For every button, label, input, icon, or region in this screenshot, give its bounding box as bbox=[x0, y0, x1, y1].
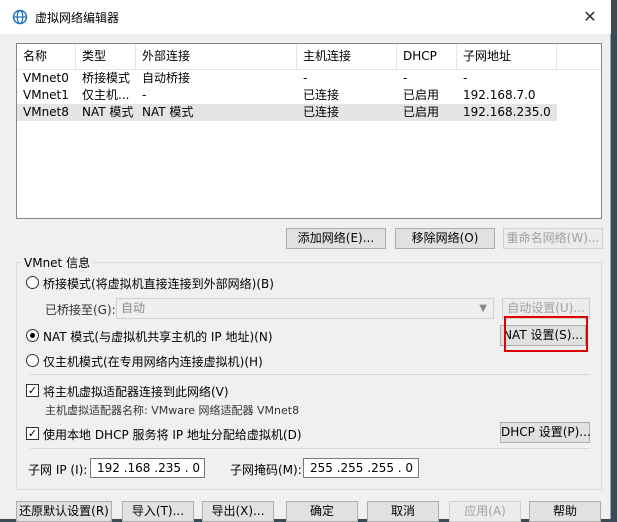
window-title: 虚拟网络编辑器 bbox=[35, 11, 120, 25]
network-globe-icon bbox=[12, 9, 28, 25]
title-bar: 虚拟网络编辑器 ✕ bbox=[0, 0, 611, 34]
divider bbox=[30, 374, 590, 375]
cell-host: 已连接 bbox=[303, 88, 340, 102]
cell-name: VMnet1 bbox=[23, 88, 69, 102]
cell-name: VMnet8 bbox=[23, 105, 69, 119]
vmnet-info-label: VMnet 信息 bbox=[22, 254, 93, 271]
subnet-ip-label: 子网 IP (I): bbox=[28, 463, 88, 477]
column-header-type[interactable]: 类型 bbox=[76, 44, 136, 69]
table-row-selected[interactable]: VMnet8 NAT 模式 NAT 模式 已连接 已启用 192.168.235… bbox=[17, 104, 557, 121]
dhcp-label[interactable]: 使用本地 DHCP 服务将 IP 地址分配给虚拟机(D) bbox=[43, 426, 302, 443]
host-only-radio[interactable] bbox=[26, 354, 39, 367]
cell-external: - bbox=[142, 88, 147, 102]
cell-type: 仅主机... bbox=[82, 88, 130, 102]
list-header: 名称 类型 外部连接 主机连接 DHCP 子网地址 bbox=[17, 44, 601, 70]
cell-host: 已连接 bbox=[303, 105, 340, 119]
chevron-down-icon: ▼ bbox=[479, 303, 487, 314]
cell-type: 桥接模式 bbox=[82, 71, 131, 85]
cell-subnet: 192.168.7.0 bbox=[463, 88, 536, 102]
connect-adapter-checkbox[interactable]: ✓ bbox=[26, 384, 39, 397]
network-list[interactable]: 名称 类型 外部连接 主机连接 DHCP 子网地址 VMnet0 桥接模式 自动… bbox=[16, 43, 602, 219]
column-header-external[interactable]: 外部连接 bbox=[136, 44, 297, 69]
cell-type: NAT 模式 bbox=[82, 105, 134, 119]
dhcp-checkbox[interactable]: ✓ bbox=[26, 427, 39, 440]
subnet-ip-input[interactable]: 192 .168 .235 . 0 bbox=[90, 458, 205, 478]
bridged-mode-label[interactable]: 桥接模式(将虚拟机直接连接到外部网络)(B) bbox=[43, 275, 274, 292]
cell-subnet: - bbox=[463, 71, 468, 85]
highlight-box bbox=[504, 316, 588, 352]
vmnet-info-group bbox=[16, 262, 602, 490]
cell-subnet: 192.168.235.0 bbox=[463, 105, 551, 119]
bridged-to-label: 已桥接至(G): bbox=[45, 303, 116, 317]
cell-dhcp: - bbox=[403, 71, 408, 85]
cell-host: - bbox=[303, 71, 308, 85]
cell-dhcp: 已启用 bbox=[403, 88, 440, 102]
nat-mode-label[interactable]: NAT 模式(与虚拟机共享主机的 IP 地址)(N) bbox=[43, 328, 273, 345]
table-row[interactable]: VMnet0 桥接模式 自动桥接 - - - bbox=[17, 70, 557, 87]
column-header-dhcp[interactable]: DHCP bbox=[397, 44, 457, 69]
divider bbox=[30, 448, 590, 449]
remove-network-button[interactable]: 移除网络(O) bbox=[395, 228, 495, 249]
subnet-mask-input[interactable]: 255 .255 .255 . 0 bbox=[303, 458, 419, 478]
host-only-label[interactable]: 仅主机模式(在专用网络内连接虚拟机)(H) bbox=[43, 353, 263, 370]
column-header-subnet[interactable]: 子网地址 bbox=[457, 44, 557, 69]
column-header-host[interactable]: 主机连接 bbox=[297, 44, 397, 69]
bridged-to-value: 自动 bbox=[121, 301, 146, 315]
column-header-name[interactable]: 名称 bbox=[17, 44, 76, 69]
subnet-mask-label: 子网掩码(M): bbox=[230, 463, 302, 477]
table-row[interactable]: VMnet1 仅主机... - 已连接 已启用 192.168.7.0 bbox=[17, 87, 557, 104]
bridged-mode-radio[interactable] bbox=[26, 276, 39, 289]
cell-dhcp: 已启用 bbox=[403, 105, 440, 119]
rename-network-button[interactable]: 重命名网络(W)... bbox=[503, 228, 603, 249]
cell-external: NAT 模式 bbox=[142, 105, 194, 119]
connect-adapter-label[interactable]: 将主机虚拟适配器连接到此网络(V) bbox=[43, 383, 229, 400]
cell-external: 自动桥接 bbox=[142, 71, 191, 85]
add-network-button[interactable]: 添加网络(E)... bbox=[286, 228, 386, 249]
virtual-network-editor-window: 虚拟网络编辑器 ✕ 名称 类型 外部连接 主机连接 DHCP 子网地址 VMne… bbox=[0, 0, 611, 522]
close-icon[interactable]: ✕ bbox=[577, 4, 603, 30]
adapter-name-label: 主机虚拟适配器名称: VMware 网络适配器 VMnet8 bbox=[45, 404, 300, 417]
bridged-to-select[interactable]: 自动 ▼ bbox=[116, 298, 494, 319]
dhcp-settings-button[interactable]: DHCP 设置(P)... bbox=[500, 422, 591, 443]
nat-mode-radio[interactable] bbox=[26, 329, 39, 342]
cell-name: VMnet0 bbox=[23, 71, 69, 85]
